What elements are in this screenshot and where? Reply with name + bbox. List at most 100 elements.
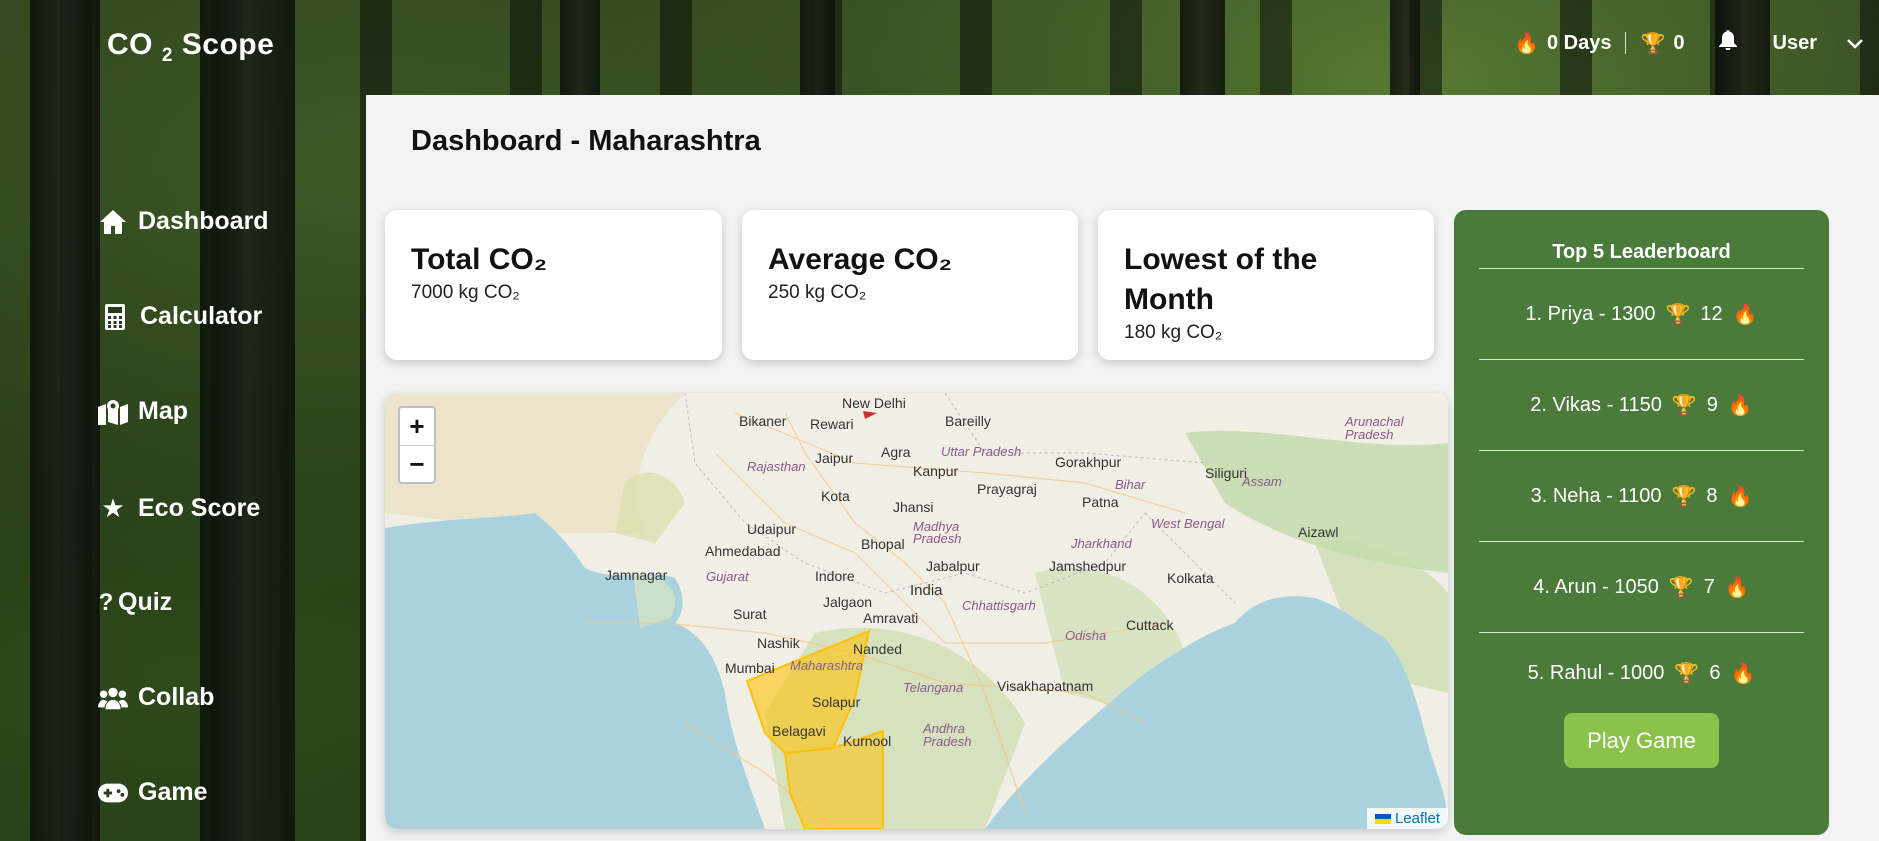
play-game-button[interactable]: Play Game: [1564, 713, 1719, 768]
sidebar-item-dashboard[interactable]: Dashboard: [98, 207, 269, 236]
map-label: Jamnagar: [605, 567, 668, 583]
map-label: Patna: [1082, 494, 1119, 510]
header-status: 🔥 0 Days 🏆 0 User: [1514, 30, 1863, 56]
map-label: Maharashtra: [790, 658, 863, 673]
gamepad-icon: [98, 783, 128, 803]
sidebar-item-label: Dashboard: [138, 207, 269, 235]
leaderboard-streak: 8: [1706, 484, 1718, 507]
flame-icon: 🔥: [1730, 662, 1756, 685]
leaderboard-streak: 7: [1703, 575, 1715, 598]
bell-icon[interactable]: [1718, 30, 1737, 56]
star-icon: ★: [101, 493, 125, 523]
zoom-control: + −: [398, 406, 436, 484]
flame-icon: 🔥: [1514, 32, 1539, 55]
card-title: Lowest of the Month: [1124, 243, 1318, 316]
sidebar-item-game[interactable]: Game: [98, 778, 207, 807]
leaderboard-entry: 4. Arun - 1050: [1533, 575, 1659, 598]
map-label: Nanded: [853, 641, 903, 657]
lowest-month-card: Lowest of the Month 180 kg CO₂: [1098, 210, 1434, 360]
map-label: Odisha: [1065, 628, 1107, 643]
map-attribution[interactable]: Leaflet: [1366, 808, 1448, 829]
map-label: Madhya Pradesh: [913, 519, 962, 546]
map-label: Uttar Pradesh: [941, 444, 1022, 459]
leaderboard-title: Top 5 Leaderboard: [1479, 241, 1804, 269]
map-label: Kota: [821, 488, 850, 504]
trophy-icon: 🏆: [1674, 662, 1700, 685]
leaderboard-row: 3. Neha - 1100 🏆 8 🔥: [1479, 451, 1804, 542]
top-header: CO 2 Scope 🔥 0 Days 🏆 0 User: [0, 0, 1879, 95]
sidebar-item-eco-score[interactable]: ★ Eco Score: [98, 493, 260, 524]
map-label: Belagavi: [772, 723, 826, 739]
card-title: Average CO₂: [768, 243, 952, 276]
flame-icon: 🔥: [1727, 485, 1753, 508]
map-label: Siliguri: [1205, 465, 1248, 481]
leaderboard-row: 4. Arun - 1050 🏆 7 🔥: [1479, 542, 1804, 633]
trophy-count: 0: [1673, 31, 1685, 54]
map-label: Amravati: [863, 610, 919, 626]
trophy-counter: 🏆 0: [1640, 31, 1684, 56]
trophy-icon: 🏆: [1671, 485, 1697, 508]
card-value: 250 kg CO₂: [768, 282, 867, 303]
map-label: Solapur: [812, 694, 861, 710]
app-logo[interactable]: CO 2 Scope: [107, 28, 274, 67]
attribution-link[interactable]: Leaflet: [1395, 810, 1440, 827]
map-label: Visakhapatnam: [997, 678, 1094, 694]
leaderboard-entry: 1. Priya - 1300: [1525, 302, 1656, 325]
page-title: Dashboard - Maharashtra: [411, 125, 761, 157]
sidebar-item-label: Eco Score: [138, 494, 261, 522]
map-label: Rajasthan: [747, 459, 806, 474]
trophy-icon: 🏆: [1671, 394, 1697, 417]
map-label: Ahmedabad: [705, 543, 781, 559]
map-label: Arunachal Pradesh: [1345, 414, 1404, 442]
trophy-icon: 🏆: [1640, 32, 1666, 55]
map-label: Assam: [1242, 474, 1282, 489]
zoom-in-button[interactable]: +: [400, 408, 434, 445]
calculator-icon: [100, 303, 130, 330]
map-label: Nashik: [757, 635, 800, 651]
card-value: 180 kg CO₂: [1124, 322, 1223, 343]
flame-icon: 🔥: [1727, 394, 1753, 417]
map-label: Jalgaon: [823, 594, 873, 610]
chevron-down-icon[interactable]: [1847, 33, 1863, 54]
users-icon: [98, 686, 128, 710]
leaflet-map[interactable]: + − New Delhi Bikaner Rewari Bareilly Ja…: [385, 393, 1448, 829]
map-marker-icon: [98, 399, 128, 425]
map-label: Udaipur: [747, 521, 797, 537]
map-label: Gujarat: [706, 569, 749, 584]
sidebar-item-map[interactable]: Map: [98, 397, 188, 426]
map-label: Aizawl: [1298, 524, 1339, 540]
user-menu[interactable]: User: [1773, 32, 1817, 55]
sidebar-item-collab[interactable]: Collab: [98, 683, 214, 712]
map-label: Gorakhpur: [1055, 454, 1122, 470]
home-icon: [98, 209, 128, 235]
map-label: Rewari: [810, 416, 854, 432]
leaderboard-entry: 5. Rahul - 1000: [1527, 661, 1665, 684]
map-label: Cuttack: [1126, 617, 1174, 633]
card-value: 7000 kg CO₂: [411, 282, 520, 303]
card-title: Total CO₂: [411, 243, 548, 276]
map-label: Jabalpur: [926, 558, 980, 574]
map-label: Chhattisgarh: [962, 598, 1036, 613]
streak-counter: 🔥 0 Days: [1514, 31, 1611, 56]
zoom-out-button[interactable]: −: [400, 445, 434, 482]
question-icon: ?: [98, 588, 114, 616]
leaderboard-streak: 12: [1700, 302, 1723, 325]
map-label: Bikaner: [739, 413, 787, 429]
streak-label: 0 Days: [1546, 31, 1612, 54]
map-label: West Bengal: [1151, 516, 1225, 531]
sidebar-item-label: Quiz: [118, 588, 173, 616]
sidebar-item-label: Map: [138, 397, 188, 425]
map-label: Mumbai: [725, 660, 775, 676]
leaderboard-row: 5. Rahul - 1000 🏆 6 🔥: [1479, 633, 1804, 713]
map-label: Jharkhand: [1071, 536, 1132, 551]
sidebar-item-calculator[interactable]: Calculator: [100, 302, 262, 331]
leaderboard-row: 1. Priya - 1300 🏆 12 🔥: [1479, 269, 1804, 360]
map-label: Agra: [881, 444, 911, 460]
map-label: Jamshedpur: [1049, 558, 1127, 574]
sidebar-item-quiz[interactable]: ? Quiz: [98, 588, 173, 617]
map-label: Kanpur: [913, 463, 959, 479]
map-label: Bihar: [1115, 477, 1146, 492]
leaderboard-entry: 3. Neha - 1100: [1530, 484, 1662, 507]
trophy-icon: 🏆: [1668, 576, 1694, 599]
total-co2-card: Total CO₂ 7000 kg CO₂: [385, 210, 722, 360]
